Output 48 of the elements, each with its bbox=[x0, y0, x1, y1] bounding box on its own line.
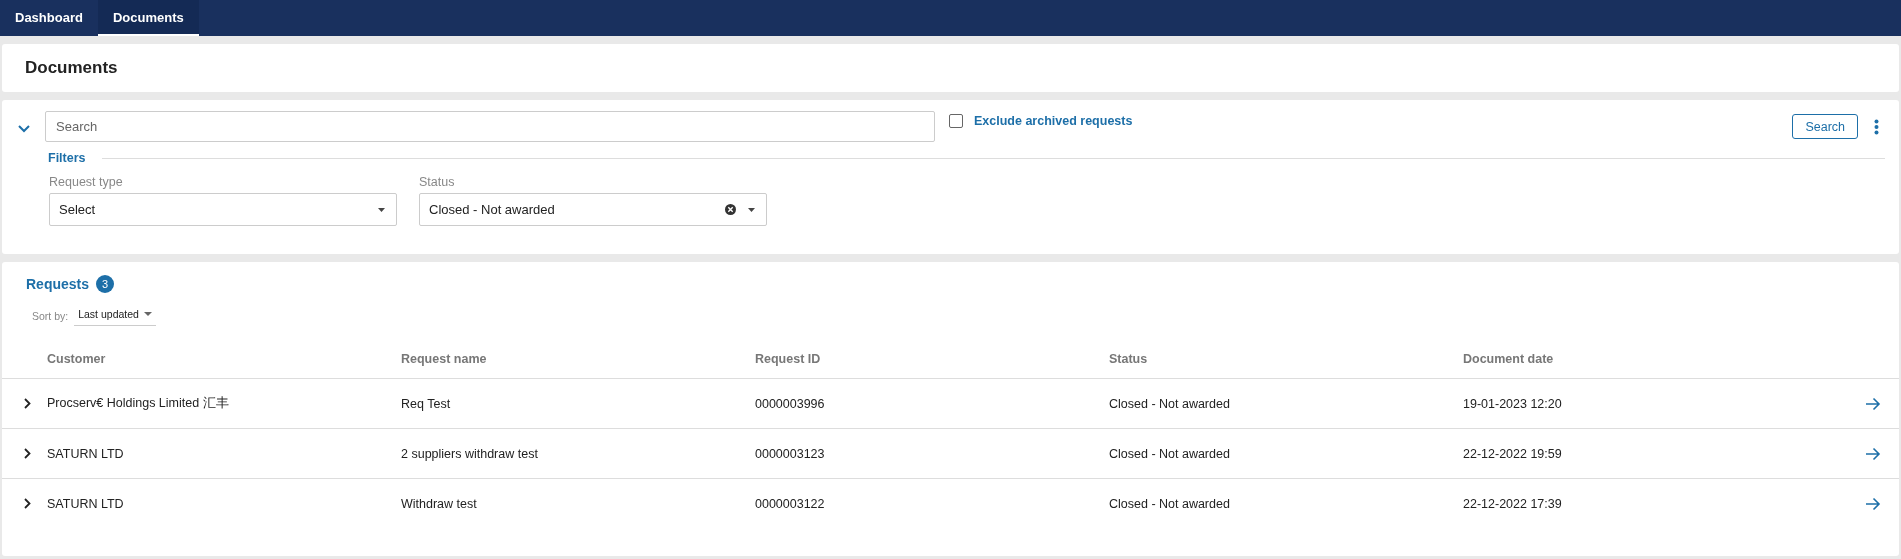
arrow-right-icon[interactable] bbox=[1865, 446, 1881, 461]
nav-tab[interactable]: Dashboard bbox=[0, 0, 98, 36]
table-cell-text: 0000003122 bbox=[755, 496, 826, 511]
field-label: Status bbox=[419, 175, 456, 189]
table-cell-text: Req Test bbox=[401, 396, 452, 411]
table-cell-text: Procserv€ Holdings Limited 汇丰 bbox=[47, 395, 230, 412]
column-header: Status bbox=[1109, 352, 1149, 366]
sort-label: Sort by: bbox=[32, 309, 69, 322]
column-header: Document date bbox=[1463, 352, 1555, 366]
chevron-down-icon[interactable] bbox=[18, 124, 30, 133]
nav-tab[interactable]: Documents bbox=[97, 0, 199, 36]
table-cell-text: SATURN LTD bbox=[47, 446, 125, 461]
table-cell-text: SATURN LTD bbox=[47, 496, 125, 511]
filters-heading: Filters bbox=[48, 151, 86, 165]
column-header: Customer bbox=[47, 352, 107, 366]
table-cell-text: Closed - Not awarded bbox=[1109, 446, 1231, 461]
caret-icon bbox=[378, 207, 385, 212]
chevron-right-icon[interactable] bbox=[24, 448, 31, 459]
search-field[interactable]: Search bbox=[45, 111, 935, 142]
arrow-right-icon[interactable] bbox=[1865, 396, 1881, 411]
more-options-icon[interactable] bbox=[1874, 118, 1879, 135]
dropdown[interactable]: Closed - Not awarded bbox=[419, 193, 767, 226]
caret-icon bbox=[143, 312, 152, 316]
search-button[interactable]: Search bbox=[1792, 114, 1858, 139]
table-cell-text: 19-01-2023 12:20 bbox=[1463, 396, 1563, 411]
checkbox-label[interactable]: Exclude archived requests bbox=[974, 114, 1133, 128]
table-cell-text: 0000003996 bbox=[755, 396, 826, 411]
checkbox[interactable] bbox=[949, 114, 963, 128]
field-label: Request type bbox=[49, 175, 124, 189]
column-header: Request ID bbox=[755, 352, 822, 366]
clear-icon[interactable] bbox=[725, 204, 736, 215]
arrow-right-icon[interactable] bbox=[1865, 496, 1881, 511]
table-cell-text: Closed - Not awarded bbox=[1109, 396, 1231, 411]
dropdown[interactable]: Select bbox=[49, 193, 397, 226]
table-cell-text: 22-12-2022 19:59 bbox=[1463, 446, 1563, 461]
count-badge: 3 bbox=[96, 275, 115, 293]
table-cell-text: 2 suppliers withdraw test bbox=[401, 446, 539, 461]
table-cell-text: 22-12-2022 17:39 bbox=[1463, 496, 1563, 511]
chevron-right-icon[interactable] bbox=[24, 498, 31, 509]
column-header: Request name bbox=[401, 352, 488, 366]
page-title: Documents bbox=[25, 58, 118, 78]
table-cell-text: Closed - Not awarded bbox=[1109, 496, 1231, 511]
sort-dropdown[interactable]: Last updated bbox=[74, 305, 156, 326]
section-title: Requests bbox=[26, 276, 90, 292]
chevron-right-icon[interactable] bbox=[24, 398, 31, 409]
table-cell-text: Withdraw test bbox=[401, 496, 478, 511]
caret-icon bbox=[748, 207, 755, 212]
table-cell-text: 0000003123 bbox=[755, 446, 826, 461]
